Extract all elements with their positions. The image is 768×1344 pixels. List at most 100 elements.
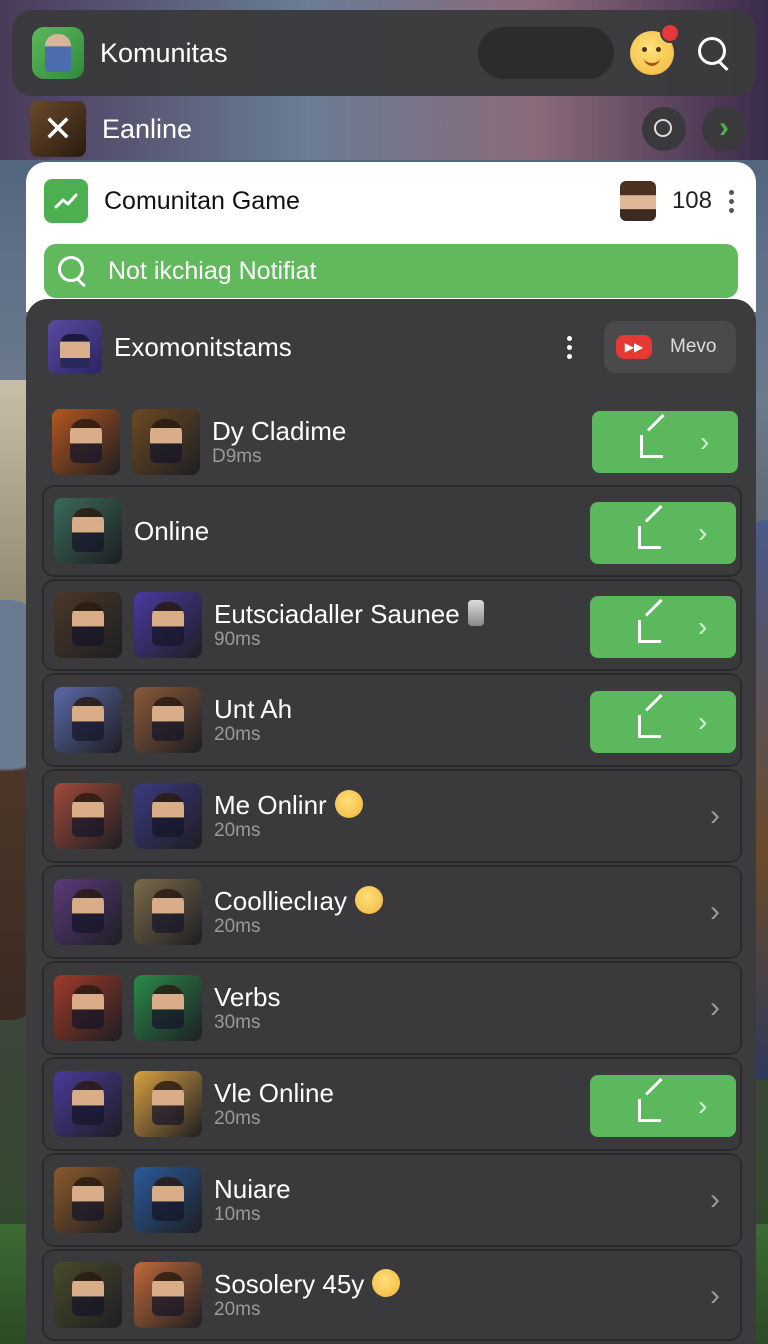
game-thumbnail (54, 687, 122, 753)
item-latency: 20ms (214, 724, 261, 745)
item-title: Coollieclıay (214, 886, 383, 916)
item-latency: 90ms (214, 629, 261, 650)
share-icon (636, 1089, 670, 1123)
item-texts: Verbs 30ms (214, 982, 281, 1034)
notification-search-bar[interactable]: Not ikchiag Notifiat (44, 244, 738, 298)
list-item[interactable]: Nuiare 10ms › (42, 1153, 742, 1247)
list-item[interactable]: Verbs 30ms › (42, 961, 742, 1055)
item-title: Eutsciadaller Saunee (214, 599, 484, 629)
share-button[interactable]: › (590, 1075, 736, 1137)
share-button[interactable]: › (592, 411, 738, 473)
item-title: Nuiare (214, 1174, 291, 1204)
chevron-right-icon[interactable]: › (710, 799, 720, 833)
game-thumbnail (134, 1071, 202, 1137)
item-texts: Sosolery 45y 20ms (214, 1269, 401, 1321)
list-item[interactable]: Eutsciadaller Saunee 90ms › (42, 579, 742, 671)
game-thumbnail (54, 592, 122, 658)
game-thumbnail (134, 783, 202, 849)
list-item[interactable]: Me Onlinr 20ms › (42, 769, 742, 863)
item-title: Online (134, 516, 209, 546)
app-icon[interactable] (32, 27, 84, 79)
trend-icon (44, 179, 88, 223)
more-options-icon[interactable] (564, 335, 574, 359)
item-title-text: Unt Ah (214, 694, 293, 724)
top-app-bar: Komunitas (12, 10, 756, 96)
share-icon (636, 516, 670, 550)
item-texts: Eutsciadaller Saunee 90ms (214, 599, 484, 651)
more-options-icon[interactable] (726, 189, 736, 213)
chevron-right-icon[interactable]: › (710, 895, 720, 929)
close-icon: ✕ (42, 108, 74, 149)
share-icon (636, 610, 670, 644)
community-card: Comunitan Game 108 Not ikchiag Notifiat (26, 162, 756, 312)
item-texts: Coollieclıay 20ms (214, 886, 383, 938)
item-title: Me Onlinr (214, 790, 363, 820)
game-thumbnail (54, 1167, 122, 1233)
game-thumbnail (134, 1262, 202, 1328)
item-latency: 20ms (214, 916, 261, 937)
list-item[interactable]: Vle Online 20ms › (42, 1057, 742, 1151)
item-title: Sosolery 45y (214, 1269, 401, 1299)
game-thumbnail (54, 1071, 122, 1137)
secondary-bar: ✕ Eanline › (30, 100, 746, 158)
avatar[interactable] (619, 181, 656, 221)
item-latency: 20ms (214, 820, 261, 841)
game-thumbnail (132, 409, 200, 475)
item-title-text: Eutsciadaller Saunee (214, 599, 460, 629)
chevron-right-icon: › (698, 517, 708, 548)
item-texts: Me Onlinr 20ms (214, 790, 363, 842)
game-thumbnail (54, 783, 122, 849)
list-item[interactable]: Coollieclıay 20ms › (42, 865, 742, 959)
share-button[interactable]: › (590, 596, 736, 658)
game-thumbnail (54, 498, 122, 564)
item-title-text: Vle Online (214, 1078, 334, 1108)
secondary-title: Eanline (102, 113, 193, 144)
list-item[interactable]: Unt Ah 20ms › (42, 673, 742, 767)
chevron-right-icon[interactable]: › (710, 1183, 720, 1217)
chevron-right-icon[interactable]: › (710, 1279, 720, 1313)
ring-icon[interactable] (642, 107, 686, 151)
chevron-right-icon[interactable]: › (710, 991, 720, 1025)
list-item[interactable]: Sosolery 45y 20ms › (42, 1249, 742, 1341)
game-thumbnail (134, 879, 202, 945)
item-title-text: Nuiare (214, 1174, 291, 1204)
search-icon (58, 256, 88, 286)
mevo-button[interactable]: ▶▶ Mevo (604, 321, 736, 373)
share-icon (636, 705, 670, 739)
item-texts: Vle Online 20ms (214, 1078, 334, 1130)
item-title-text: Sosolery 45y (214, 1269, 365, 1299)
list-item[interactable]: Dy Cladime D9ms › (42, 403, 742, 481)
chevron-right-icon: › (700, 426, 710, 457)
mevo-label: Mevo (670, 336, 717, 357)
item-title: Unt Ah (214, 694, 292, 724)
emoji-icon (354, 886, 383, 914)
item-latency: 30ms (214, 1012, 261, 1033)
search-pill[interactable] (478, 27, 614, 79)
item-latency: D9ms (212, 446, 262, 467)
item-latency: 20ms (214, 1108, 261, 1129)
item-latency: 10ms (214, 1204, 261, 1225)
share-button[interactable]: › (590, 691, 736, 753)
chevron-right-icon: › (698, 611, 708, 642)
game-thumbnail (54, 879, 122, 945)
item-title: Verbs (214, 982, 281, 1012)
member-count: 108 (671, 187, 712, 214)
play-icon: ▶▶ (616, 335, 652, 359)
chevron-right-button[interactable]: › (702, 107, 746, 151)
share-button[interactable]: › (590, 502, 736, 564)
card-title: Comunitan Game (104, 186, 300, 215)
search-icon[interactable] (692, 31, 736, 75)
game-thumbnail (54, 1262, 122, 1328)
game-thumbnail (134, 1167, 202, 1233)
lantern-icon (467, 600, 484, 626)
item-title-text: Me Onlinr (214, 790, 327, 820)
notification-label: Not ikchiag Notifiat (108, 256, 317, 285)
emoji-notification-icon[interactable] (630, 23, 680, 75)
list-item[interactable]: Online › (42, 485, 742, 577)
game-thumbnail (134, 975, 202, 1041)
item-title: Dy Cladime (212, 416, 346, 446)
item-title-text: Coollieclıay (214, 886, 347, 916)
close-button[interactable]: ✕ (30, 101, 86, 157)
game-thumbnail (52, 409, 120, 475)
item-texts: Dy Cladime D9ms (212, 416, 346, 468)
